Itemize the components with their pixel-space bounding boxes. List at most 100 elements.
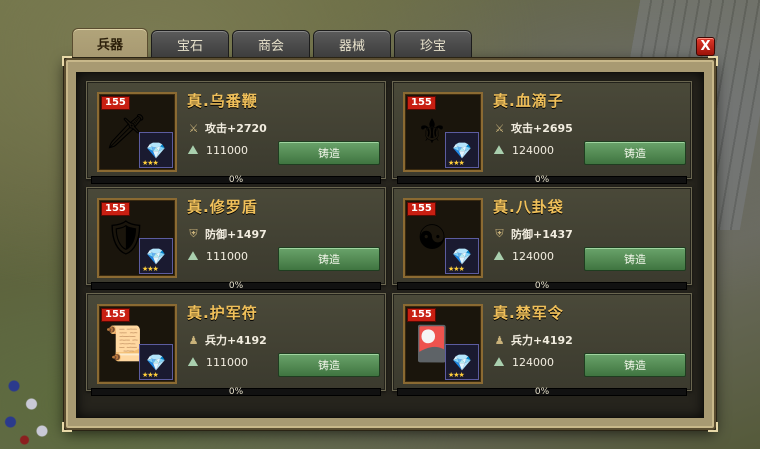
stat-row: ♟ 兵力+4192 — [493, 332, 573, 348]
stat-value: 防御+1437 — [511, 228, 573, 241]
frame-corner — [708, 56, 718, 66]
item-name: 真.血滴子 — [493, 92, 564, 110]
soldier-icon: ♟ — [188, 333, 199, 347]
item-icon-frame[interactable]: 🎴 155 💎 ★★★ — [403, 304, 483, 384]
forge-button[interactable]: 铸造 — [278, 141, 380, 165]
tab-treasures[interactable]: 珍宝 — [394, 30, 472, 57]
progress-label: 0% — [228, 281, 244, 291]
stat-row: ⚔ 攻击+2720 — [187, 120, 267, 136]
gem-slot[interactable]: 💎 ★★★ — [445, 132, 479, 168]
tab-guild[interactable]: 商会 — [232, 30, 310, 57]
star-rating: ★★★ — [448, 265, 465, 273]
gem-icon: 💎 — [146, 140, 166, 160]
stat-value: 攻击+2695 — [511, 122, 573, 135]
gem-slot[interactable]: 💎 ★★★ — [445, 238, 479, 274]
stat-row: ♟ 兵力+4192 — [187, 332, 267, 348]
shield-icon: ⛨ — [495, 227, 504, 240]
cost-row: ⛰ 111000 — [185, 142, 248, 158]
item-card: 🗡 155 💎 ★★★ 真.乌番鞭 ⚔ 攻击+2720 ⛰ 111000 铸造 … — [86, 81, 386, 185]
item-name: 真.修罗盾 — [187, 198, 258, 216]
forge-button[interactable]: 铸造 — [584, 141, 686, 165]
cost-row: ⛰ 124000 — [491, 354, 554, 370]
star-rating: ★★★ — [142, 371, 159, 379]
progress-label: 0% — [228, 175, 244, 185]
level-badge: 155 — [101, 308, 130, 322]
item-icon-frame[interactable]: 📜 155 💎 ★★★ — [97, 304, 177, 384]
tab-gems[interactable]: 宝石 — [151, 30, 229, 57]
star-rating: ★★★ — [448, 159, 465, 167]
cost-value: 124000 — [512, 249, 554, 263]
cost-value: 124000 — [512, 143, 554, 157]
item-card: ⚜ 155 💎 ★★★ 真.血滴子 ⚔ 攻击+2695 ⛰ 124000 铸造 … — [392, 81, 692, 185]
level-badge: 155 — [101, 202, 130, 216]
item-icon-frame[interactable]: 🗡 155 💎 ★★★ — [97, 92, 177, 172]
gem-icon: 💎 — [452, 140, 472, 160]
cost-value: 111000 — [206, 249, 248, 263]
item-card: 🛡 155 💎 ★★★ 真.修罗盾 ⛨ 防御+1497 ⛰ 111000 铸造 … — [86, 187, 386, 291]
item-card: 🎴 155 💎 ★★★ 真.禁军令 ♟ 兵力+4192 ⛰ 124000 铸造 … — [392, 293, 692, 397]
item-name: 真.护军符 — [187, 304, 258, 322]
material-icon: ⛰ — [187, 248, 199, 264]
item-name: 真.禁军令 — [493, 304, 564, 322]
progress-bar: 0% — [91, 175, 381, 185]
level-badge: 155 — [101, 96, 130, 110]
forge-button[interactable]: 铸造 — [584, 247, 686, 271]
gem-icon: 💎 — [452, 246, 472, 266]
tab-machinery[interactable]: 器械 — [313, 30, 391, 57]
item-grid: 🗡 155 💎 ★★★ 真.乌番鞭 ⚔ 攻击+2720 ⛰ 111000 铸造 … — [86, 81, 692, 397]
level-badge: 155 — [407, 202, 436, 216]
item-name: 真.乌番鞭 — [187, 92, 258, 110]
progress-bar: 0% — [397, 281, 687, 291]
cost-value: 124000 — [512, 355, 554, 369]
sword-icon: ⚔ — [188, 121, 199, 135]
frame-corner — [62, 422, 72, 432]
forge-button[interactable]: 铸造 — [278, 353, 380, 377]
category-tabs: 兵器 宝石 商会 器械 珍宝 — [72, 28, 472, 57]
stat-value: 防御+1497 — [205, 228, 267, 241]
progress-bar: 0% — [91, 281, 381, 291]
item-icon-frame[interactable]: 🛡 155 💎 ★★★ — [97, 198, 177, 278]
material-icon: ⛰ — [493, 248, 505, 264]
progress-bar: 0% — [397, 387, 687, 397]
gem-icon: 💎 — [146, 246, 166, 266]
troops-background — [0, 359, 70, 449]
progress-label: 0% — [534, 175, 550, 185]
cost-value: 111000 — [206, 143, 248, 157]
item-icon-frame[interactable]: ⚜ 155 💎 ★★★ — [403, 92, 483, 172]
forge-button[interactable]: 铸造 — [278, 247, 380, 271]
gem-slot[interactable]: 💎 ★★★ — [139, 238, 173, 274]
material-icon: ⛰ — [493, 354, 505, 370]
gem-slot[interactable]: 💎 ★★★ — [139, 132, 173, 168]
sword-icon: ⚔ — [494, 121, 505, 135]
star-rating: ★★★ — [142, 265, 159, 273]
frame-corner — [708, 422, 718, 432]
item-name: 真.八卦袋 — [493, 198, 564, 216]
item-card: 📜 155 💎 ★★★ 真.护军符 ♟ 兵力+4192 ⛰ 111000 铸造 … — [86, 293, 386, 397]
cost-row: ⛰ 124000 — [491, 248, 554, 264]
cost-row: ⛰ 124000 — [491, 142, 554, 158]
close-button[interactable]: X — [696, 37, 715, 56]
cost-row: ⛰ 111000 — [185, 248, 248, 264]
progress-label: 0% — [534, 387, 550, 397]
stat-row: ⛨ 防御+1437 — [493, 226, 573, 242]
gem-icon: 💎 — [146, 352, 166, 372]
progress-bar: 0% — [91, 387, 381, 397]
tab-weapons[interactable]: 兵器 — [72, 28, 148, 57]
item-icon-frame[interactable]: ☯ 155 💎 ★★★ — [403, 198, 483, 278]
gem-slot[interactable]: 💎 ★★★ — [139, 344, 173, 380]
level-badge: 155 — [407, 96, 436, 110]
stat-value: 攻击+2720 — [205, 122, 267, 135]
shield-icon: ⛨ — [189, 227, 198, 240]
progress-label: 0% — [534, 281, 550, 291]
cost-value: 111000 — [206, 355, 248, 369]
forge-button[interactable]: 铸造 — [584, 353, 686, 377]
star-rating: ★★★ — [448, 371, 465, 379]
gem-icon: 💎 — [452, 352, 472, 372]
gem-slot[interactable]: 💎 ★★★ — [445, 344, 479, 380]
stat-value: 兵力+4192 — [511, 334, 573, 347]
cost-row: ⛰ 111000 — [185, 354, 248, 370]
item-card: ☯ 155 💎 ★★★ 真.八卦袋 ⛨ 防御+1437 ⛰ 124000 铸造 … — [392, 187, 692, 291]
progress-bar: 0% — [397, 175, 687, 185]
progress-label: 0% — [228, 387, 244, 397]
stat-value: 兵力+4192 — [205, 334, 267, 347]
